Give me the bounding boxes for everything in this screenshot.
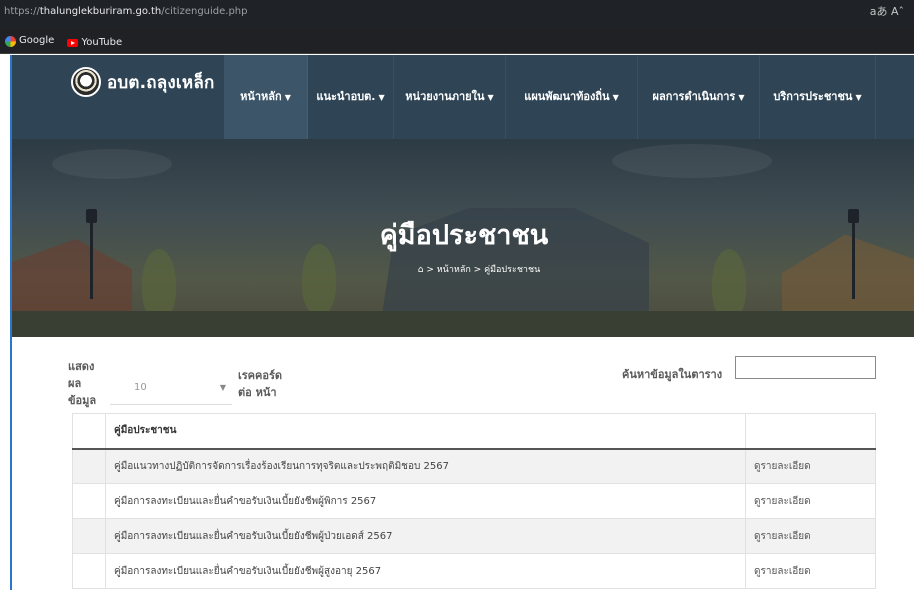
breadcrumb-home[interactable]: หน้าหลัก bbox=[437, 265, 471, 275]
chevron-down-icon: ▼ bbox=[738, 93, 745, 102]
chevron-down-icon: ▼ bbox=[612, 93, 619, 102]
guide-table: คู่มือประชาชน คู่มือแนวทางปฏิบัติการจัดก… bbox=[72, 413, 876, 589]
breadcrumb: ⌂ > หน้าหลัก > คู่มือประชาชน bbox=[417, 265, 541, 275]
nav-item-departments[interactable]: หน่วยงานภายใน ▼ bbox=[394, 55, 506, 139]
view-details-link[interactable]: ดูรายละเอียด bbox=[745, 553, 876, 589]
view-details-link[interactable]: ดูรายละเอียด bbox=[745, 448, 876, 484]
page-length-value: 10 bbox=[134, 382, 147, 393]
records-per-page-label: เรคคอร์ด ต่อ หน้า bbox=[238, 369, 283, 399]
bookmarks-bar: Google YouTube bbox=[0, 28, 914, 54]
table-header-row: คู่มือประชาชน bbox=[72, 413, 876, 450]
chevron-down-icon: ▼ bbox=[219, 383, 226, 392]
index-column-header[interactable] bbox=[72, 413, 106, 450]
nav-label: หน้าหลัก bbox=[240, 90, 282, 103]
nav-item-home[interactable]: หน้าหลัก ▼ bbox=[224, 55, 308, 139]
index-cell bbox=[72, 553, 106, 589]
title-column-header[interactable]: คู่มือประชาชน bbox=[105, 413, 746, 450]
show-entries-label: แสดง ผล ข้อมูล bbox=[68, 360, 97, 407]
youtube-icon bbox=[67, 38, 79, 47]
bookmark-label: Google bbox=[19, 35, 55, 46]
cloud-shape bbox=[52, 149, 172, 179]
table-row: คู่มือการลงทะเบียนและยื่นคำขอรับเงินเบี้… bbox=[72, 518, 876, 554]
nav-item-performance[interactable]: ผลการดำเนินการ ▼ bbox=[638, 55, 760, 139]
address-bar[interactable]: https://thalunglekburiram.go.th/citizeng… bbox=[0, 0, 914, 28]
bookmark-label: YouTube bbox=[81, 36, 123, 48]
chevron-down-icon: ▼ bbox=[284, 93, 291, 102]
reader-icons[interactable]: aあ Aˆ bbox=[870, 0, 904, 24]
breadcrumb-current: คู่มือประชาชน bbox=[484, 265, 541, 275]
home-icon: ⌂ bbox=[417, 265, 424, 275]
view-details-link[interactable]: ดูรายละเอียด bbox=[745, 518, 876, 554]
table-row: คู่มือการลงทะเบียนและยื่นคำขอรับเงินเบี้… bbox=[72, 553, 876, 589]
search-label: ค้นหาข้อมูลในตาราง bbox=[622, 368, 723, 381]
nav-label: แผนพัฒนาท้องถิ่น bbox=[524, 90, 610, 103]
chevron-down-icon: ▼ bbox=[855, 93, 862, 102]
index-cell bbox=[72, 483, 106, 519]
cloud-shape bbox=[612, 144, 772, 178]
nav-item-about[interactable]: แนะนำอบต. ▼ bbox=[308, 55, 394, 139]
page-title: คู่มือประชาชน bbox=[379, 220, 549, 251]
site-navbar: อบต.ถลุงเหล็ก หน้าหลัก ▼ แนะนำอบต. ▼ หน่วย… bbox=[12, 55, 914, 139]
guide-title: คู่มือการลงทะเบียนและยื่นคำขอรับเงินเบี้… bbox=[105, 518, 746, 554]
url-path: /citizenguide.php bbox=[161, 6, 248, 17]
chevron-down-icon: ▼ bbox=[487, 93, 494, 102]
google-icon bbox=[5, 35, 16, 47]
tree-illustration bbox=[712, 249, 746, 319]
bookmark-youtube[interactable]: YouTube bbox=[67, 30, 122, 56]
nav-item-development-plan[interactable]: แผนพัฒนาท้องถิ่น ▼ bbox=[506, 55, 638, 139]
browser-window: https://thalunglekburiram.go.th/citizeng… bbox=[0, 0, 914, 590]
action-column-header[interactable] bbox=[745, 413, 876, 450]
index-cell bbox=[72, 448, 106, 484]
web-page: อบต.ถลุงเหล็ก หน้าหลัก ▼ แนะนำอบต. ▼ หน่วย… bbox=[10, 55, 914, 590]
guide-title: คู่มือการลงทะเบียนและยื่นคำขอรับเงินเบี้… bbox=[105, 483, 746, 519]
nav-label: บริการประชาชน bbox=[773, 90, 853, 103]
page-banner: คู่มือประชาชน ⌂ > หน้าหลัก > คู่มือประชา… bbox=[12, 139, 914, 337]
index-cell bbox=[72, 518, 106, 554]
nav-item-services[interactable]: บริการประชาชน ▼ bbox=[760, 55, 876, 139]
table-row: คู่มือแนวทางปฏิบัติการจัดการเรื่องร้องเร… bbox=[72, 448, 876, 484]
guide-list-section: แสดง ผล ข้อมูล 10 ▼ เรคคอร์ด ต่อ หน้า ค้… bbox=[12, 337, 914, 590]
table-row: คู่มือการลงทะเบียนและยื่นคำขอรับเงินเบี้… bbox=[72, 483, 876, 519]
url-host: thalunglekburiram.go.th bbox=[39, 6, 162, 17]
view-details-link[interactable]: ดูรายละเอียด bbox=[745, 483, 876, 519]
site-name: อบต.ถลุงเหล็ก bbox=[107, 72, 215, 93]
nav-label: ผลการดำเนินการ bbox=[652, 90, 736, 103]
search-input[interactable] bbox=[735, 356, 876, 379]
page-length-select[interactable]: 10 ▼ bbox=[110, 371, 232, 405]
ground-illustration bbox=[12, 311, 914, 337]
guide-title: คู่มือการลงทะเบียนและยื่นคำขอรับเงินเบี้… bbox=[105, 553, 746, 589]
url-prefix: https:// bbox=[4, 6, 40, 17]
chevron-down-icon: ▼ bbox=[378, 93, 385, 102]
site-logo[interactable]: อบต.ถลุงเหล็ก bbox=[71, 67, 214, 97]
tree-illustration bbox=[142, 249, 176, 319]
bookmark-google[interactable]: Google bbox=[5, 28, 54, 54]
emblem-icon bbox=[71, 67, 101, 97]
nav-label: แนะนำอบต. bbox=[316, 90, 376, 103]
guide-title: คู่มือแนวทางปฏิบัติการจัดการเรื่องร้องเร… bbox=[105, 448, 746, 484]
nav-label: หน่วยงานภายใน bbox=[405, 90, 485, 103]
